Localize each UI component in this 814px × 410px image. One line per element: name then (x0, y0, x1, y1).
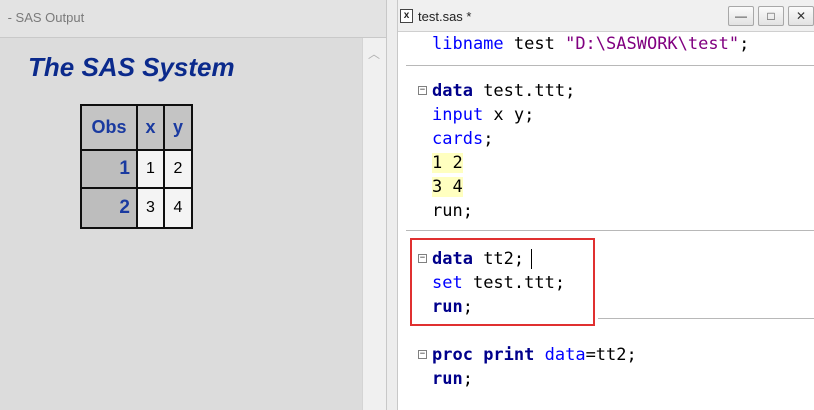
table-cell-x: 1 (138, 151, 163, 187)
editor-titlebar[interactable]: x test.sas * — □ ✕ (398, 0, 814, 32)
output-table: Obs x y 1 1 2 2 3 4 (80, 104, 193, 229)
table-cell-obs: 2 (82, 189, 136, 227)
code-line[interactable]: data test.ttt; (432, 79, 575, 103)
keyword: proc (432, 345, 473, 365)
fold-minus-icon[interactable]: − (418, 350, 427, 359)
table-header-obs: Obs (82, 106, 136, 149)
keyword: print (472, 345, 535, 365)
string-literal: "D:\SASWORK\test" (565, 34, 740, 54)
keyword: libname (432, 34, 504, 54)
table-header-x: x (138, 106, 163, 149)
code-line[interactable]: input x y; (432, 103, 534, 127)
code-line[interactable]: cards; (432, 127, 493, 151)
code-text: ; (462, 369, 473, 389)
code-text: x y; (483, 105, 535, 125)
step-separator (598, 318, 814, 319)
code-line-datalines[interactable]: 3 4 (432, 175, 463, 199)
step-separator (406, 65, 814, 66)
code-line[interactable]: proc print data=tt2; (432, 343, 637, 367)
code-line-datalines[interactable]: 1 2 (432, 151, 463, 175)
output-window-title: - SAS Output (4, 10, 85, 25)
keyword: input (432, 105, 484, 125)
table-cell-y: 4 (165, 189, 191, 227)
keyword: run (432, 369, 463, 389)
editor-window: x test.sas * — □ ✕ libname test "D:\SASW… (398, 0, 814, 410)
code-line[interactable]: run; (432, 199, 473, 223)
output-vertical-scrollbar[interactable] (362, 38, 386, 410)
code-text: =tt2; (585, 345, 637, 365)
table-cell-y: 2 (165, 151, 191, 187)
datalines-text: 3 4 (432, 177, 463, 197)
code-text: test (503, 34, 566, 54)
minimize-icon[interactable]: — (728, 6, 754, 26)
step-separator (406, 230, 814, 231)
table-header-y: y (165, 106, 191, 149)
output-heading: The SAS System (28, 52, 235, 82)
editor-window-title: test.sas * (418, 9, 472, 24)
file-icon: x (400, 9, 413, 23)
sas-output-window: - SAS Output ︿ The SAS System Obs x y 1 … (0, 0, 386, 410)
code-text: run; (432, 201, 473, 221)
highlight-box (410, 238, 595, 326)
close-icon[interactable]: ✕ (788, 6, 814, 26)
code-line[interactable]: run; (432, 367, 473, 391)
code-text: ; (739, 34, 750, 54)
output-titlebar[interactable]: - SAS Output (0, 0, 386, 38)
scroll-up-icon[interactable]: ︿ (364, 46, 384, 62)
fold-minus-icon[interactable]: − (418, 86, 427, 95)
code-line-libname[interactable]: libname test "D:\SASWORK\test"; (432, 32, 749, 56)
code-text: ; (483, 129, 494, 149)
table-cell-obs: 1 (82, 151, 136, 187)
keyword: cards (432, 129, 484, 149)
code-text: test.ttt; (472, 81, 576, 101)
pane-splitter[interactable] (386, 0, 398, 410)
table-cell-x: 3 (138, 189, 163, 227)
datalines-text: 1 2 (432, 153, 463, 173)
maximize-icon[interactable]: □ (758, 6, 784, 26)
keyword: data (432, 81, 473, 101)
code-editor[interactable]: libname test "D:\SASWORK\test"; − data t… (398, 32, 814, 410)
keyword: data (534, 345, 586, 365)
